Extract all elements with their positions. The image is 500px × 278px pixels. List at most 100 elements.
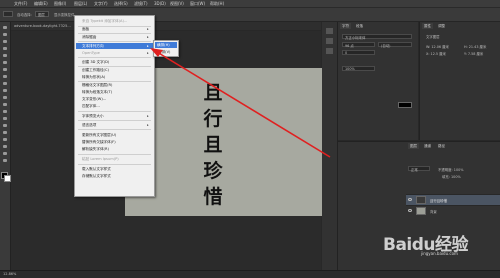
shape-tool-icon[interactable] — [2, 144, 8, 149]
menu-item-warp-text[interactable]: 文字变形(W)... — [82, 97, 106, 102]
text-color-swatch[interactable] — [398, 102, 412, 108]
history-panel-icon[interactable] — [326, 28, 333, 34]
document-tab[interactable]: adventure-book-daylight-7325... — [11, 22, 321, 30]
blend-mode-value: 正常 — [411, 168, 418, 172]
clone-stamp-tool-icon[interactable] — [2, 81, 8, 86]
tab-adjustments[interactable]: 调整 — [436, 23, 447, 29]
menu-filter[interactable]: 滤镜(T) — [134, 1, 148, 7]
props-x[interactable]: X: 12.5 厘米 — [426, 51, 446, 56]
blur-tool-icon[interactable] — [2, 109, 8, 114]
menu-separator — [78, 164, 151, 165]
character-panel: 字符 段落 方正小标宋体 96 点 (自动) 0 100% — [338, 22, 418, 140]
tab-character[interactable]: 字符 — [340, 23, 351, 29]
font-size-field[interactable]: 96 点 — [342, 42, 375, 48]
layer-row[interactable]: 背景 — [406, 205, 500, 216]
menu-item-create-3d[interactable]: 创建 3D 文字(D) — [82, 60, 109, 65]
menu-window[interactable]: 窗口(W) — [190, 1, 205, 7]
history-brush-tool-icon[interactable] — [2, 88, 8, 93]
menu-item-convert-to-shape[interactable]: 转换为形状(A) — [82, 75, 105, 80]
font-family-select[interactable]: 方正小标宋体 — [342, 34, 412, 40]
eyedropper-tool-icon[interactable] — [2, 60, 8, 65]
menu-item-panels[interactable]: 面板 — [82, 27, 89, 32]
auto-select-dropdown[interactable]: 图层 — [35, 11, 49, 17]
layer-row[interactable]: 且行且珍惜 — [406, 194, 500, 205]
menu-file[interactable]: 文件(F) — [14, 1, 27, 7]
menu-separator — [78, 66, 151, 67]
vertical-text-char: 且 — [203, 82, 223, 104]
menu-item-convert-paragraph[interactable]: 转换为段落文本(T) — [82, 90, 112, 95]
background-color-swatch[interactable] — [4, 175, 11, 182]
menu-item-opentype: OpenType — [82, 51, 100, 55]
fill-field[interactable]: 填充: 100% — [442, 174, 461, 179]
props-y[interactable]: Y: 7.58 厘米 — [464, 51, 483, 56]
zoom-tool-icon[interactable] — [2, 158, 8, 163]
tracking-field[interactable]: 0 — [342, 50, 375, 55]
submenu-item-horizontal[interactable]: 横排(H) — [157, 43, 170, 48]
tab-layers[interactable]: 图层 — [408, 143, 419, 149]
tab-properties[interactable]: 属性 — [422, 23, 433, 29]
menu-3d[interactable]: 3D(D) — [154, 1, 166, 6]
menu-item-rasterize[interactable]: 栅格化文字图层(R) — [82, 83, 112, 88]
eye-icon[interactable] — [408, 209, 412, 212]
brush-panel-icon[interactable] — [326, 48, 333, 54]
tab-channels[interactable]: 通道 — [422, 143, 433, 149]
vertical-scale-field[interactable]: 100% — [342, 66, 375, 71]
menu-item-save-default-type-styles[interactable]: 存储默认文字样式 — [82, 174, 111, 179]
healing-brush-tool-icon[interactable] — [2, 67, 8, 72]
menu-item-resolve-missing-fonts[interactable]: 解析缺失字体(R) — [82, 147, 109, 152]
opacity-field[interactable]: 不透明度: 100% — [438, 167, 463, 172]
menu-edit[interactable]: 编辑(E) — [34, 1, 48, 7]
menu-layer[interactable]: 图层(L) — [74, 1, 87, 7]
menu-item-update-all-text-layers[interactable]: 更新所有文字图层(U) — [82, 133, 116, 138]
move-tool-icon[interactable] — [2, 25, 8, 30]
font-size-value: 96 点 — [345, 44, 354, 48]
document-tab-label: adventure-book-daylight-7325... — [14, 24, 71, 28]
dodge-tool-icon[interactable] — [2, 116, 8, 121]
menu-item-language-options[interactable]: 语言选项 — [82, 123, 96, 128]
layer-name[interactable]: 背景 — [430, 209, 437, 214]
menu-item-font-preview-size[interactable]: 字体预览大小 — [82, 114, 104, 119]
eye-icon[interactable] — [408, 198, 412, 201]
menu-item-anti-alias[interactable]: 消除锯齿 — [82, 35, 96, 40]
menu-item-replace-missing-fonts[interactable]: 替换所有欠缺字体(F) — [82, 140, 116, 145]
hand-tool-icon[interactable] — [2, 151, 8, 156]
lasso-tool-icon[interactable] — [2, 39, 8, 44]
menu-item-text-orientation[interactable]: 文本排列方向 — [82, 44, 104, 49]
pen-tool-icon[interactable] — [2, 123, 8, 128]
auto-select-checkbox-label[interactable]: 自动选择: — [17, 12, 32, 17]
menu-bar: 文件(F) 编辑(E) 图像(I) 图层(L) 文字(Y) 选择(S) 滤镜(T… — [0, 0, 500, 8]
swatches-panel-icon[interactable] — [326, 38, 333, 44]
props-width[interactable]: W: 12.06 厘米 — [426, 44, 449, 49]
brush-tool-icon[interactable] — [2, 74, 8, 79]
type-tool-icon[interactable] — [2, 130, 8, 135]
menu-select[interactable]: 选择(S) — [114, 1, 128, 7]
props-height[interactable]: H: 21.43 厘米 — [464, 44, 486, 49]
menu-help[interactable]: 帮助(H) — [210, 1, 224, 7]
layer-thumbnail — [416, 207, 426, 215]
crop-tool-icon[interactable] — [2, 53, 8, 58]
zoom-level[interactable]: 12.86% — [3, 272, 16, 276]
quick-select-tool-icon[interactable] — [2, 46, 8, 51]
menu-item-create-work-path[interactable]: 创建工作路径(C) — [82, 68, 109, 73]
layer-name[interactable]: 且行且珍惜 — [430, 198, 447, 203]
leading-field[interactable]: (自动) — [378, 42, 412, 48]
submenu-item-vertical[interactable]: 竖排(V) — [158, 50, 170, 55]
show-transform-controls-label[interactable]: 显示变换控件 — [54, 12, 74, 17]
menu-type[interactable]: 文字(Y) — [94, 1, 108, 7]
menu-image[interactable]: 图像(I) — [54, 1, 66, 7]
move-tool-preset[interactable] — [3, 11, 13, 17]
submenu-arrow-icon: ▸ — [147, 51, 149, 55]
marquee-tool-icon[interactable] — [2, 32, 8, 37]
tab-paths[interactable]: 路径 — [436, 143, 447, 149]
gradient-tool-icon[interactable] — [2, 102, 8, 107]
eraser-tool-icon[interactable] — [2, 95, 8, 100]
menu-item-match-font[interactable]: 匹配字体... — [82, 104, 100, 109]
tab-paragraph[interactable]: 段落 — [354, 23, 365, 29]
path-select-tool-icon[interactable] — [2, 137, 8, 142]
menu-view[interactable]: 视图(V) — [170, 1, 184, 7]
menu-item-load-default-type-styles[interactable]: 载入默认文字样式 — [82, 167, 111, 172]
submenu-arrow-icon: ▸ — [147, 114, 149, 118]
document-canvas[interactable]: 且 行 且 珍 惜 — [125, 68, 326, 216]
blend-mode-select[interactable]: 正常 — [408, 166, 430, 172]
font-family-value: 方正小标宋体 — [345, 36, 366, 40]
